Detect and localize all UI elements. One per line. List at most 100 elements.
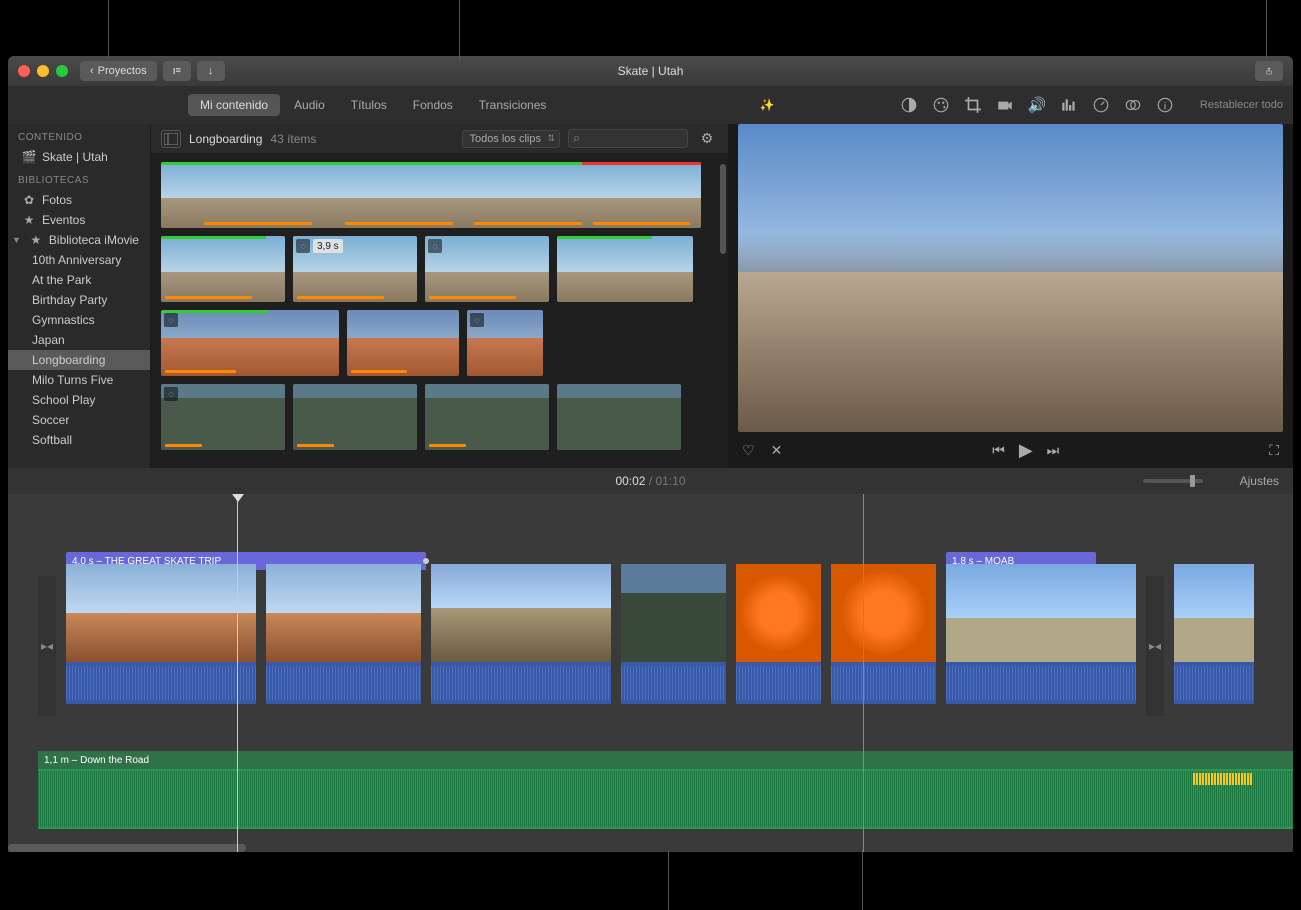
playhead-marker[interactable]: [232, 494, 244, 502]
media-list-button[interactable]: ♪: [163, 61, 191, 81]
tab-fondos[interactable]: Fondos: [401, 94, 465, 116]
sidebar-eventos-label: Eventos: [42, 213, 85, 227]
transition-handle[interactable]: ▸◂: [38, 576, 56, 716]
x-icon: ✕: [771, 442, 783, 459]
loading-icon: ◌: [470, 313, 484, 327]
clip-thumb[interactable]: ◌: [425, 236, 549, 302]
playhead-line[interactable]: [237, 494, 238, 852]
library-sidebar: CONTENIDO 🎬 Skate | Utah BIBLIOTECAS ✿ F…: [8, 124, 150, 502]
sidebar-event[interactable]: Japan: [8, 330, 150, 350]
stabilization-button[interactable]: [996, 96, 1014, 114]
video-track: ▸◂ 4,0 s – THE GREAT SKATE TRIP: [38, 564, 1293, 724]
sidebar-event[interactable]: At the Park: [8, 270, 150, 290]
clip-thumb[interactable]: ◌ 3,9 s: [293, 236, 417, 302]
timeline-clip[interactable]: [736, 564, 821, 704]
clip-thumb[interactable]: [557, 236, 693, 302]
timeline-body[interactable]: ▸◂ 4,0 s – THE GREAT SKATE TRIP: [8, 494, 1293, 852]
loading-icon: ◌: [164, 387, 178, 401]
clip-thumb[interactable]: [347, 310, 459, 376]
timeline-clip[interactable]: [1174, 564, 1254, 704]
search-input[interactable]: [568, 129, 688, 148]
browser-settings-button[interactable]: ⚙: [696, 128, 718, 150]
minimize-window-button[interactable]: [37, 65, 49, 77]
sidebar-toggle-button[interactable]: [161, 130, 181, 148]
overlap-icon: [1124, 96, 1142, 114]
timeline-clip[interactable]: 1,8 s – MOAB: [946, 564, 1136, 704]
sidebar-fotos[interactable]: ✿ Fotos: [8, 190, 150, 210]
info-button[interactable]: i: [1156, 96, 1174, 114]
viewer-pane: ♡ ✕ ⏮ ▶ ⏭ ⛶: [728, 124, 1293, 468]
clip-thumb[interactable]: ◌: [161, 384, 285, 450]
sidebar-event[interactable]: Gymnastics: [8, 310, 150, 330]
timeline-clip[interactable]: [831, 564, 936, 704]
timeline-clip[interactable]: [621, 564, 726, 704]
window-title: Skate | Utah: [618, 64, 684, 78]
wand-icon: ✨: [760, 98, 775, 112]
import-button[interactable]: ↓: [197, 61, 225, 81]
sidebar-event[interactable]: School Play: [8, 390, 150, 410]
play-button[interactable]: ▶: [1019, 440, 1033, 461]
volume-button[interactable]: 🔊: [1028, 96, 1046, 114]
viewer[interactable]: [738, 124, 1283, 432]
back-projects-button[interactable]: ‹Proyectos: [80, 61, 157, 81]
sidebar-header-contenido: CONTENIDO: [8, 124, 150, 147]
gear-icon: ⚙: [701, 130, 714, 147]
titlebar: ‹Proyectos ♪ ↓ Skate | Utah: [8, 56, 1293, 86]
loading-icon: ◌: [428, 239, 442, 253]
sidebar-event[interactable]: Birthday Party: [8, 290, 150, 310]
clip-thumb[interactable]: [161, 236, 285, 302]
clip-thumb[interactable]: [557, 384, 681, 450]
browser-scrollbar[interactable]: [720, 164, 726, 254]
sidebar-library[interactable]: ▼ ★ Biblioteca iMovie: [8, 230, 150, 250]
noise-reduction-button[interactable]: [1060, 96, 1078, 114]
share-button[interactable]: [1255, 61, 1283, 81]
reset-all-button[interactable]: Restablecer todo: [1200, 99, 1283, 111]
reject-button[interactable]: ✕: [771, 442, 783, 459]
audio-peak: [1193, 773, 1253, 785]
next-button[interactable]: ⏭: [1047, 442, 1060, 459]
timeline-clip[interactable]: [431, 564, 611, 704]
fullscreen-button[interactable]: ⛶: [1269, 442, 1279, 459]
color-correction-button[interactable]: [932, 96, 950, 114]
clip-thumb[interactable]: [293, 384, 417, 450]
title-handle[interactable]: [423, 558, 429, 564]
clip-filter-button[interactable]: [1124, 96, 1142, 114]
clip-filter-dropdown[interactable]: Todos los clips: [462, 130, 560, 148]
timeline-h-scrollbar[interactable]: [8, 844, 246, 852]
sidebar-eventos[interactable]: ★ Eventos: [8, 210, 150, 230]
transition-handle[interactable]: ▸◂: [1146, 576, 1164, 716]
crop-icon: [964, 96, 982, 114]
close-window-button[interactable]: [18, 65, 30, 77]
info-icon: i: [1156, 96, 1174, 114]
clip-thumb[interactable]: ◌: [467, 310, 543, 376]
time-current: 00:02: [615, 474, 645, 488]
media-list-icon: ♪: [173, 63, 181, 79]
tab-titulos[interactable]: Títulos: [339, 94, 399, 116]
tab-mi-contenido[interactable]: Mi contenido: [188, 94, 280, 116]
speed-button[interactable]: [1092, 96, 1110, 114]
sidebar-event[interactable]: Milo Turns Five: [8, 370, 150, 390]
timeline-clip[interactable]: 4,0 s – THE GREAT SKATE TRIP: [66, 564, 256, 704]
clip-thumb[interactable]: [425, 384, 549, 450]
tab-audio[interactable]: Audio: [282, 94, 337, 116]
color-balance-button[interactable]: [900, 96, 918, 114]
sidebar-project[interactable]: 🎬 Skate | Utah: [8, 147, 150, 167]
tab-transiciones[interactable]: Transiciones: [467, 94, 559, 116]
timeline-settings-button[interactable]: Ajustes: [1240, 474, 1279, 488]
sidebar-event[interactable]: 10th Anniversary: [8, 250, 150, 270]
sidebar-event[interactable]: Soccer: [8, 410, 150, 430]
sidebar-event-selected[interactable]: Longboarding: [8, 350, 150, 370]
prev-button[interactable]: ⏮: [992, 442, 1005, 459]
loading-icon: ◌: [296, 239, 310, 253]
timeline-clip[interactable]: [266, 564, 421, 704]
favorite-button[interactable]: ♡: [742, 442, 755, 459]
zoom-slider[interactable]: [1143, 479, 1203, 483]
zoom-window-button[interactable]: [56, 65, 68, 77]
audio-track[interactable]: 1,1 m – Down the Road: [38, 769, 1293, 829]
sidebar-event[interactable]: Softball: [8, 430, 150, 450]
back-label: Proyectos: [98, 65, 147, 77]
clip-thumb[interactable]: ◌: [161, 310, 339, 376]
enhance-button[interactable]: ✨: [758, 96, 776, 114]
clip-thumb[interactable]: [161, 162, 701, 228]
crop-button[interactable]: [964, 96, 982, 114]
